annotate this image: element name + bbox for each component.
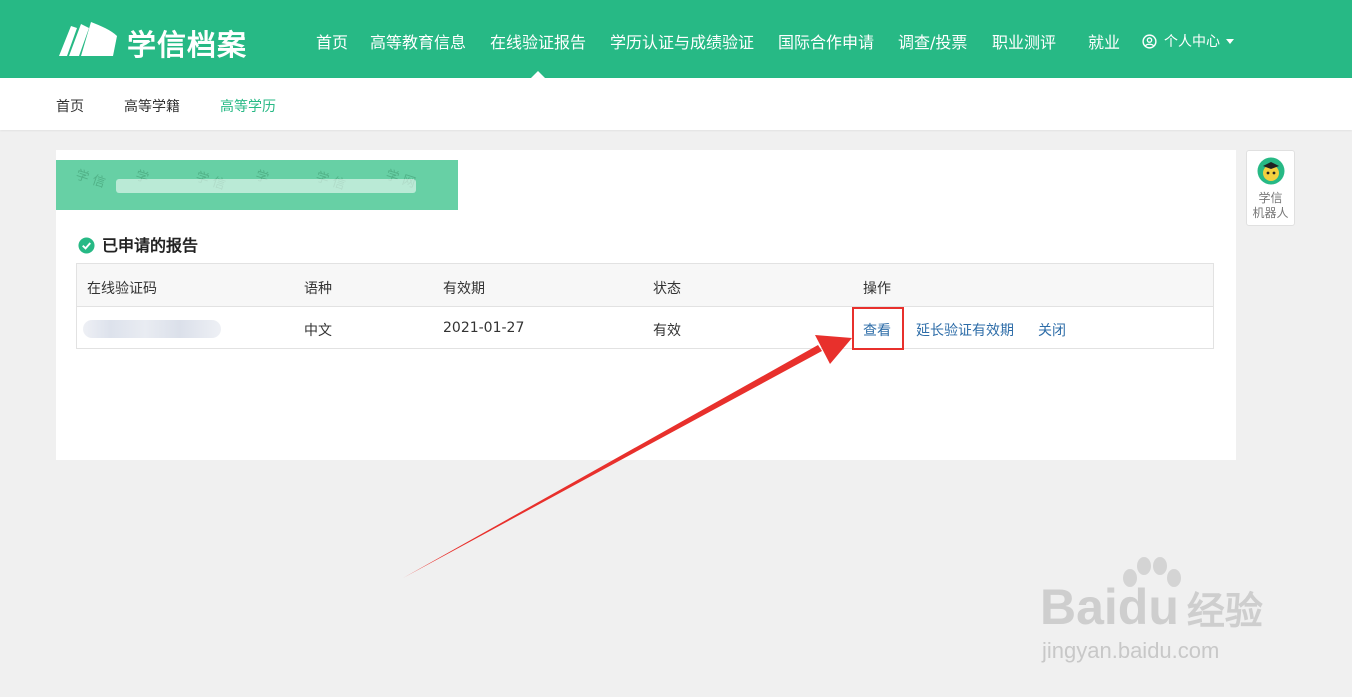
chevron-down-icon: [1226, 39, 1234, 44]
nav-survey[interactable]: 调查/投票: [898, 29, 967, 53]
report-card: 学 信 学 学 信 学 学 信 学 网 已申请的报告 在线验证码 语种 有效期 …: [56, 150, 1236, 460]
nav-employment[interactable]: 就业: [1088, 29, 1120, 53]
baidu-logo-text: Baidu: [1040, 579, 1179, 635]
nav-degree-certification[interactable]: 学历认证与成绩验证: [610, 29, 754, 53]
header-expiry: 有效期: [443, 281, 485, 297]
nav-online-verification[interactable]: 在线验证报告: [490, 29, 586, 53]
subnav-degree[interactable]: 高等学历: [220, 96, 276, 116]
subnav-student-status[interactable]: 高等学籍: [124, 96, 180, 116]
extend-validity-link[interactable]: 延长验证有效期: [916, 320, 1014, 340]
user-circle-icon: [1142, 34, 1157, 49]
robot-label: 学信 机器人: [1252, 191, 1289, 220]
nav-higher-education[interactable]: 高等教育信息: [370, 29, 466, 53]
baidu-logo-cn: 经验: [1186, 591, 1263, 633]
header-verification-code: 在线验证码: [87, 281, 157, 297]
cell-status: 有效: [653, 323, 681, 339]
highlight-box: [852, 307, 904, 350]
header-status: 状态: [653, 281, 681, 297]
section-title: 已申请的报告: [78, 232, 198, 256]
header-language: 语种: [304, 281, 332, 297]
cell-language: 中文: [304, 323, 332, 339]
blurred-verification-code: [83, 320, 221, 338]
nav-career-test[interactable]: 职业测评: [992, 29, 1056, 53]
robot-avatar-icon: [1257, 157, 1285, 185]
watermark-banner: 学 信 学 学 信 学 学 信 学 网: [56, 160, 458, 210]
close-link[interactable]: 关闭: [1038, 320, 1066, 340]
robot-assistant-button[interactable]: 学信 机器人: [1246, 150, 1295, 226]
check-circle-icon: [78, 237, 95, 254]
baidu-jingyan-watermark: Baidu 经验 jingyan.baidu.com: [1038, 556, 1298, 676]
book-logo-icon: [59, 22, 117, 56]
sub-navbar: 首页 高等学籍 高等学历: [0, 78, 1352, 130]
nav-home[interactable]: 首页: [316, 29, 348, 53]
top-navbar: 学信档案 首页 高等教育信息 在线验证报告 学历认证与成绩验证 国际合作申请 调…: [0, 0, 1352, 78]
reports-table: 在线验证码 语种 有效期 状态 操作 中文 2021-01-27 有效 查看 延…: [76, 263, 1214, 349]
subnav-home[interactable]: 首页: [56, 96, 84, 116]
user-center-label: 个人中心: [1164, 34, 1220, 50]
brand-name: 学信档案: [127, 28, 248, 62]
user-center-menu[interactable]: 个人中心: [1142, 31, 1234, 51]
blurred-info: [116, 179, 416, 193]
nav-international[interactable]: 国际合作申请: [778, 29, 874, 53]
section-title-text: 已申请的报告: [102, 236, 199, 255]
baidu-url: jingyan.baidu.com: [1042, 638, 1220, 663]
table-header: 在线验证码 语种 有效期 状态 操作: [77, 264, 1213, 307]
header-actions: 操作: [863, 281, 891, 297]
active-nav-indicator: [531, 71, 545, 78]
cell-expiry: 2021-01-27: [443, 320, 525, 336]
